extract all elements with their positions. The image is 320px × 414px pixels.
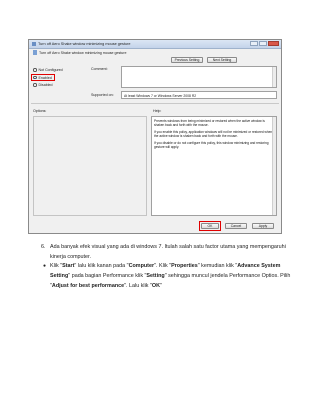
next-setting-button[interactable]: Next Setting <box>207 57 237 63</box>
section-divider <box>31 103 279 104</box>
maximize-icon[interactable] <box>259 41 267 46</box>
comment-scrollbar[interactable] <box>272 67 276 87</box>
radio-disabled[interactable]: Disabled <box>33 83 52 87</box>
help-paragraph: If you disable or do not configure this … <box>154 140 269 150</box>
setting-icon <box>33 50 37 55</box>
close-icon[interactable] <box>268 41 279 46</box>
item-number: 6. <box>41 244 46 250</box>
group-policy-dialog-screenshot: Turn off Aero Shake window minimizing mo… <box>28 39 282 234</box>
document-text: 6. Ada banyak efek visual yang ada di wi… <box>35 243 295 292</box>
enabled-highlight-box <box>31 74 55 81</box>
help-panel: Prevents windows from being minimized or… <box>151 116 277 216</box>
policy-header: Turn off Aero Shake window minimizing mo… <box>29 48 281 58</box>
bullet-text: Klik " <box>50 263 63 270</box>
options-heading: Options: <box>33 109 47 113</box>
cancel-button[interactable]: Cancel <box>225 223 247 229</box>
bullet-text: " lalu klik kanan pada " <box>74 263 129 270</box>
bullet-item: ● Klik "Start" lalu klik kanan pada "Com… <box>35 262 295 291</box>
help-text: Prevents windows from being minimized or… <box>154 119 274 152</box>
bold-term: Properties <box>171 263 198 270</box>
supported-on-label: Supported on: <box>91 93 114 97</box>
window-controls <box>250 41 279 46</box>
bold-term: Setting <box>146 273 165 280</box>
radio-circle[interactable] <box>33 83 37 87</box>
bullet-text: " <box>160 282 162 289</box>
radio-circle[interactable] <box>33 68 37 72</box>
help-scrollbar[interactable] <box>272 117 276 215</box>
bullet-text: " kemudian klik " <box>197 263 238 270</box>
dialog-title: Turn off Aero Shake window minimizing mo… <box>38 41 131 46</box>
bullet-icon: ● <box>43 263 47 270</box>
previous-setting-button[interactable]: Previous Setting <box>171 57 203 63</box>
bold-term: Adjust for best performance <box>51 282 125 289</box>
bullet-text: " pada bagian Performance klik " <box>68 273 147 280</box>
bullet-text: ". Klik " <box>154 263 172 270</box>
policy-icon <box>32 41 36 46</box>
radio-label: Disabled <box>38 83 53 87</box>
help-paragraph: Prevents windows from being minimized or… <box>154 119 265 128</box>
ok-highlight-box <box>199 221 221 231</box>
minimize-icon[interactable] <box>250 41 258 46</box>
bold-term: Start <box>62 263 75 270</box>
help-heading: Help: <box>153 109 162 113</box>
radio-not-configured[interactable]: Not Configured <box>33 68 63 72</box>
apply-button[interactable]: Apply <box>252 223 274 229</box>
comment-label: Comment: <box>91 67 108 71</box>
item-text: Ada banyak efek visual yang ada di windo… <box>50 244 286 260</box>
policy-name: Turn off Aero Shake window minimizing mo… <box>39 51 127 55</box>
comment-textarea[interactable] <box>121 66 277 88</box>
bold-term: Computer <box>128 263 155 270</box>
bold-term: OK <box>151 282 160 289</box>
radio-label: Not Configured <box>38 68 63 72</box>
numbered-item: 6. Ada banyak efek visual yang ada di wi… <box>35 243 295 262</box>
bullet-text: ". Lalu klik " <box>124 282 152 289</box>
supported-on-field: At least Windows 7 or Windows Server 200… <box>121 91 277 99</box>
supported-on-value: At least Windows 7 or Windows Server 200… <box>124 93 197 98</box>
options-panel <box>33 116 147 216</box>
help-paragraph: If you enable this policy, application w… <box>154 129 273 139</box>
